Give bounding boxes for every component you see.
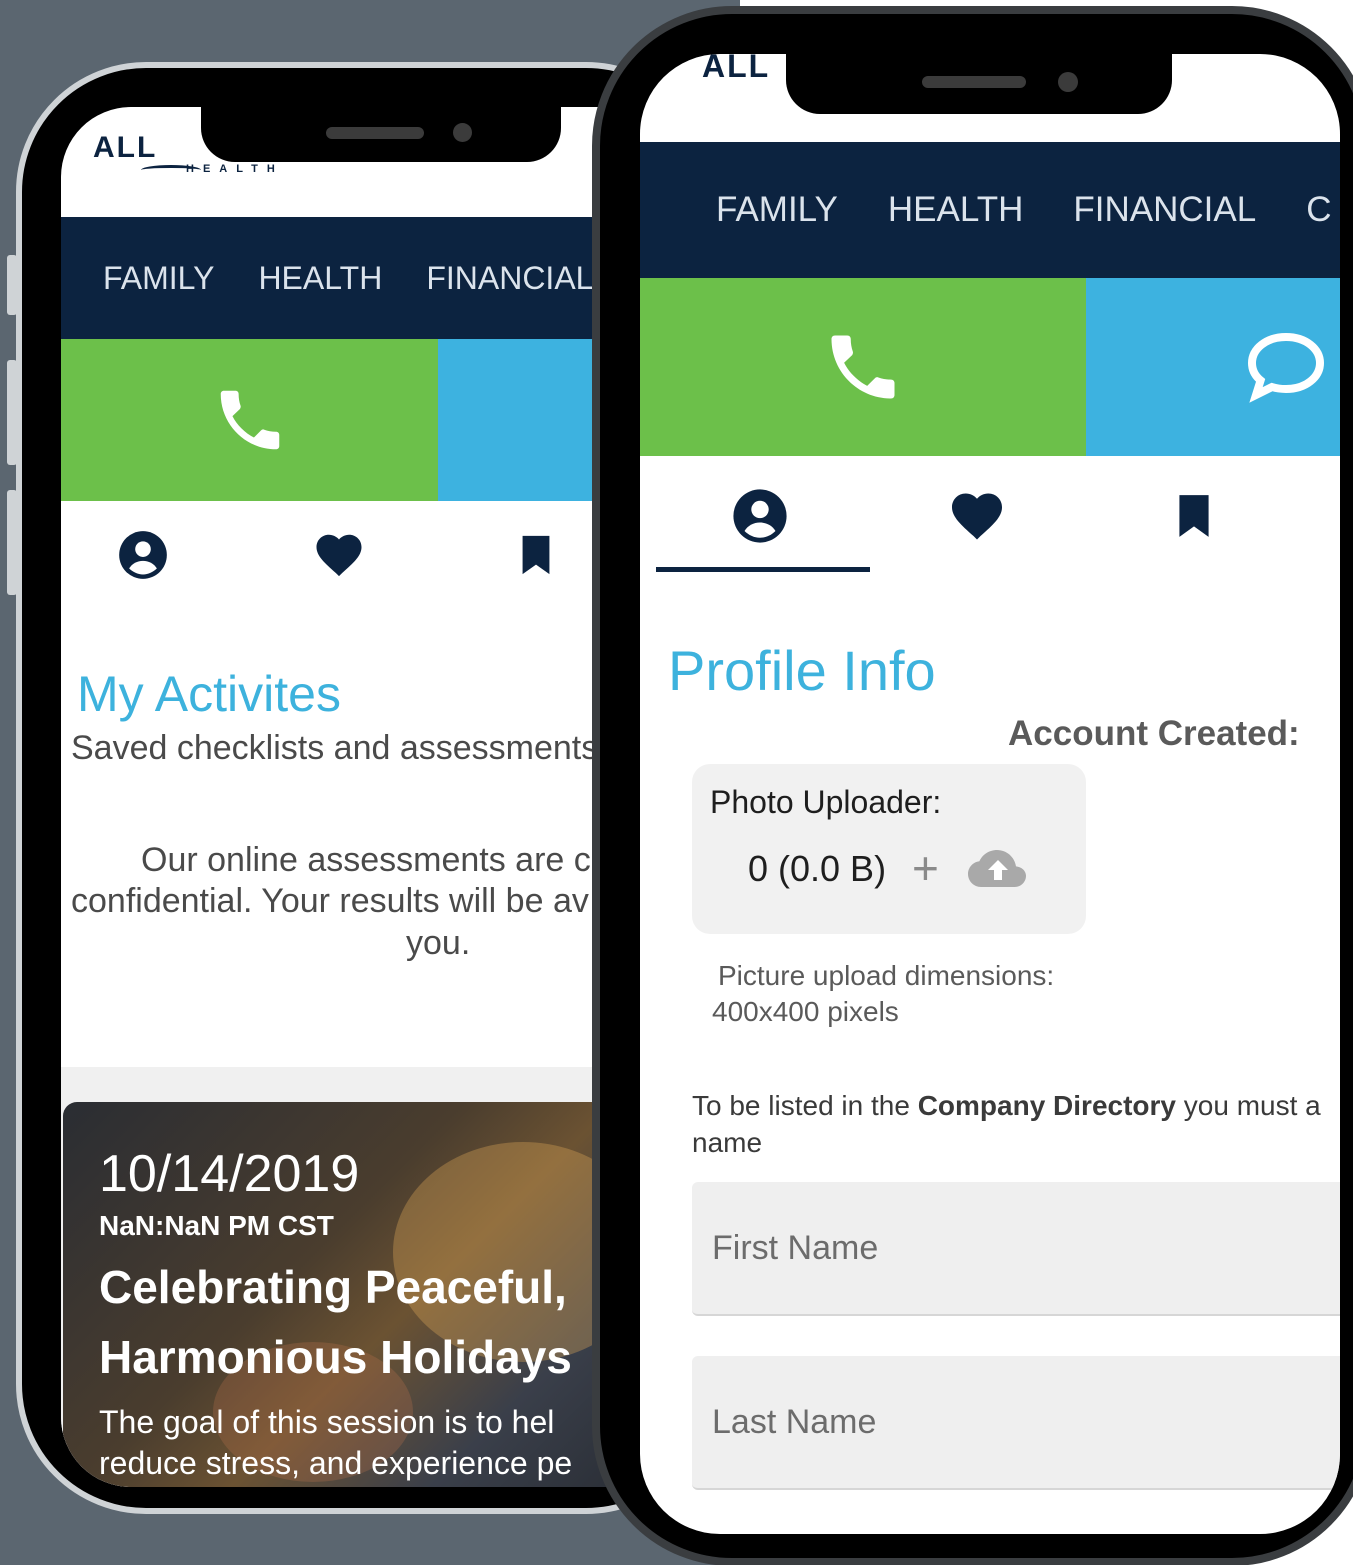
photo-uploader-label: Photo Uploader: [710,784,942,820]
confidential-text-line1: Our online assessments are c [141,841,591,879]
heart-icon [316,534,362,577]
event-date: 10/14/2019 [99,1145,360,1203]
right-phone-screen: ALL FAMILY HEALTH FINANCIAL C Profile In… [640,54,1340,1534]
directory-notice: To be listed in the Company Directory yo… [692,1090,1321,1122]
photo-count: 0 (0.0 B) [748,848,887,889]
event-desc-line1: The goal of this session is to hel [99,1404,555,1440]
directory-notice-post: you must a [1176,1090,1321,1121]
upload-hint-line1: Picture upload dimensions: [718,960,1055,991]
app-logo[interactable]: ALL [93,131,157,165]
plus-icon[interactable]: + [912,845,939,891]
event-title-line1: Celebrating Peaceful, [99,1261,567,1313]
nav-financial[interactable]: FINANCIAL [426,260,593,297]
event-time: NaN:NaN PM CST [99,1210,334,1241]
speaker [326,127,424,139]
nav-health[interactable]: HEALTH [258,260,382,297]
saved-tab[interactable] [1162,484,1226,548]
user-icon [733,489,787,543]
camera [453,123,472,142]
top-nav: FAMILY HEALTH FINANCIAL [61,217,681,339]
left-phone-screen: ALL HEALTH FAMILY HEALTH FINANCIAL My Ac… [61,107,681,1487]
directory-notice-bold: Company Directory [917,1090,1176,1121]
favorites-tab[interactable] [309,525,369,585]
last-name-field[interactable]: Last Name [692,1356,1340,1490]
profile-title: Profile Info [668,639,936,702]
active-tab-indicator [656,567,870,572]
phone-icon [220,390,279,450]
nav-financial[interactable]: FINANCIAL [1073,190,1256,230]
saved-tab[interactable] [506,525,566,585]
profile-tab[interactable] [728,484,792,548]
bookmark-icon [1179,495,1209,537]
confidential-text-line3: you. [406,924,471,962]
chat-button[interactable] [1086,278,1340,456]
app-logo[interactable]: ALL [702,54,770,85]
activities-subtitle: Saved checklists and assessments [71,729,599,767]
directory-notice-pre: To be listed in the [692,1090,918,1121]
first-name-field[interactable]: First Name [692,1182,1340,1316]
bookmark-icon [522,535,550,575]
event-desc-line2: reduce stress, and experience pe [99,1445,573,1481]
logo-swoosh [141,165,201,175]
cloud-upload-icon[interactable] [968,848,1028,897]
last-name-placeholder: Last Name [712,1402,877,1441]
right-phone: ALL FAMILY HEALTH FINANCIAL C Profile In… [592,6,1353,1565]
nav-family[interactable]: FAMILY [716,190,838,230]
confidential-text-line2: confidential. Your results will be av [71,882,589,920]
favorites-tab[interactable] [945,484,1009,548]
nav-health[interactable]: HEALTH [888,190,1024,230]
upload-hint-line2: 400x400 pixels [712,996,899,1027]
call-button[interactable] [61,339,438,501]
nav-family[interactable]: FAMILY [103,260,214,297]
nav-more[interactable]: C [1306,190,1331,230]
directory-notice-line2: name [692,1127,763,1158]
photo-uploader: Photo Uploader: 0 (0.0 B) + [692,764,1086,934]
chat-icon [1247,332,1325,403]
top-nav: FAMILY HEALTH FINANCIAL C [640,142,1340,278]
activities-title: My Activites [77,666,341,722]
heart-icon [952,493,1002,540]
speaker [922,76,1026,88]
profile-tab[interactable] [113,525,173,585]
event-title-line2: Harmonious Holidays [99,1331,572,1383]
user-icon [119,531,167,579]
phone-notch [201,107,561,162]
event-card[interactable]: 10/14/2019 NaN:NaN PM CST Celebrating Pe… [63,1102,681,1487]
account-created-label: Account Created: [1008,714,1300,753]
call-button[interactable] [640,278,1086,456]
phone-notch [786,54,1172,114]
camera [1058,72,1078,92]
first-name-placeholder: First Name [712,1228,879,1267]
phone-icon [831,335,895,399]
